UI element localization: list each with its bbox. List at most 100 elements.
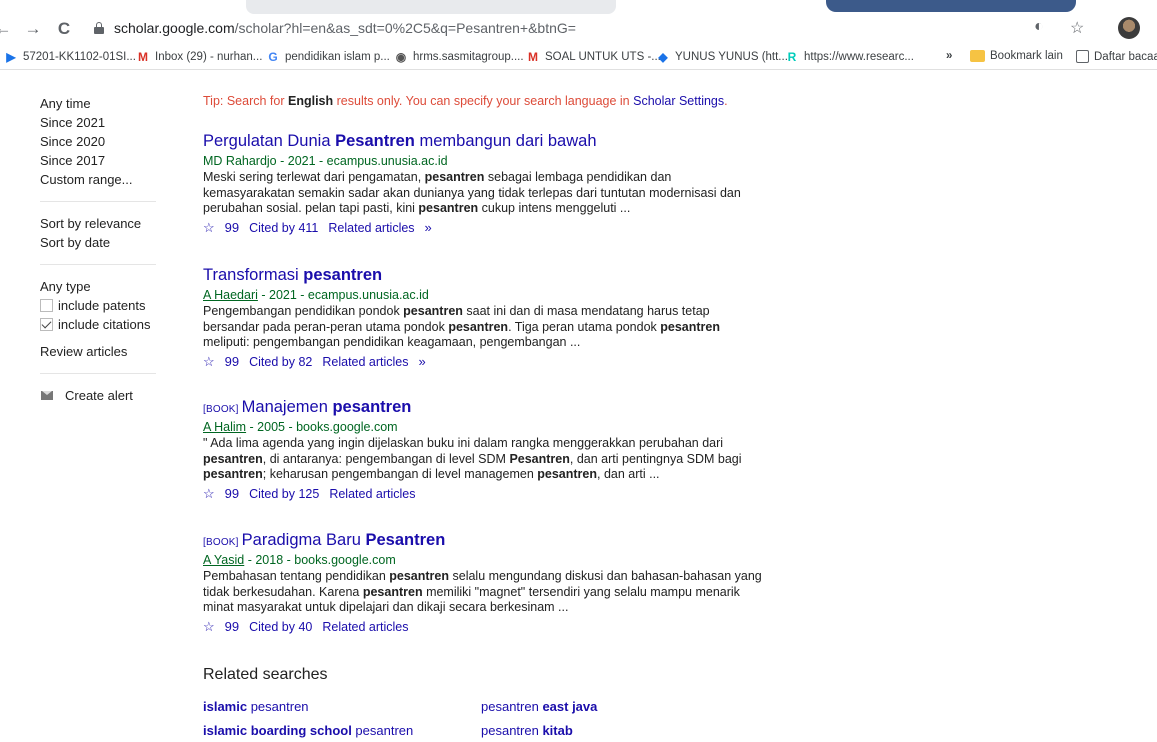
related-search-link[interactable]: islamic pesantren (203, 699, 309, 714)
reading-list-button[interactable]: Daftar bacaa (1076, 50, 1157, 63)
cited-by-link[interactable]: Cited by 40 (249, 620, 312, 634)
document-icon: ▶ (6, 50, 16, 64)
bookmark-item[interactable]: ▶ 57201-KK1102-01SI... (4, 50, 136, 64)
bookmark-item[interactable]: Gpendidikan islam p... (266, 50, 390, 64)
result-title-pre: Manajemen (241, 398, 333, 416)
result-title-post: membangun dari bawah (414, 132, 597, 150)
include-citations-checkbox[interactable]: include citations (40, 315, 160, 334)
related-articles-link[interactable]: Related articles (329, 487, 415, 501)
bookmark-label: Inbox (29) - nurhan... (155, 51, 263, 63)
checkbox-checked-icon[interactable] (40, 318, 53, 331)
result-actions: ☆ 99 Cited by 125 Related articles (203, 486, 763, 502)
cite-quote-icon[interactable]: 99 (225, 619, 239, 634)
include-patents-checkbox[interactable]: include patents (40, 296, 160, 315)
browser-toolbar: ← → C scholar.google.com/scholar?hl=en&a… (0, 14, 1157, 44)
cited-by-link[interactable]: Cited by 411 (249, 221, 318, 235)
author-link[interactable]: A Yasid (203, 553, 244, 567)
extension-icon[interactable]: ◐ (1034, 18, 1044, 36)
bookmark-label: hrms.sasmitagroup.... (413, 51, 524, 63)
filter-any-time[interactable]: Any time (40, 94, 160, 113)
bookmark-item[interactable]: ◆ YUNUS YUNUS (htt... (656, 50, 788, 64)
cite-quote-icon[interactable]: 99 (225, 354, 239, 369)
search-result: Transformasi pesantren A Haedari - 2021 -… (203, 266, 763, 370)
address-bar[interactable]: scholar.google.com/scholar?hl=en&as_sdt=… (86, 16, 1146, 42)
profile-avatar[interactable] (1118, 17, 1140, 39)
create-alert-button[interactable]: Create alert (41, 386, 160, 405)
bookmark-item[interactable]: ◉ hrms.sasmitagroup.... (394, 50, 524, 64)
filter-sidebar: Any time Since 2021 Since 2020 Since 201… (40, 94, 160, 405)
result-type-tag: [BOOK] (203, 404, 239, 415)
related-articles-link[interactable]: Related articles (328, 221, 414, 235)
result-title-link[interactable]: Pergulatan Dunia Pesantren membangun dar… (203, 132, 763, 151)
bookmark-label: pendidikan islam p... (285, 51, 390, 63)
related-search-link[interactable]: pesantren east java (481, 699, 597, 714)
filter-since-2020[interactable]: Since 2020 (40, 132, 160, 151)
include-patents-label: include patents (58, 298, 146, 313)
bookmark-folder[interactable]: Bookmark lain (970, 50, 1063, 62)
related-articles-link[interactable]: Related articles (322, 620, 408, 634)
reload-icon[interactable]: C (53, 18, 75, 40)
results-column: Tip: Search for English results only. Yo… (203, 94, 763, 738)
google-icon: G (268, 50, 278, 64)
forward-arrow-icon[interactable]: → (22, 18, 44, 40)
browser-tab-active[interactable] (826, 0, 1076, 12)
result-title-link[interactable]: [BOOK] Paradigma Baru Pesantren (203, 531, 763, 550)
author-link[interactable]: A Halim (203, 420, 246, 434)
related-search-bold: kitab (542, 723, 573, 738)
related-search-link[interactable]: islamic boarding school pesantren (203, 723, 413, 738)
related-search-link[interactable]: pesantren kitab (481, 723, 573, 738)
related-search-bold: islamic (203, 699, 248, 714)
scholar-settings-link[interactable]: Scholar Settings (633, 94, 724, 108)
result-authors: MD Rahardjo - 2021 - ecampus.unusia.ac.i… (203, 154, 763, 168)
result-source: - 2018 - books.google.com (244, 553, 396, 567)
result-title-link[interactable]: Transformasi pesantren (203, 266, 763, 285)
browser-tab[interactable] (246, 0, 616, 14)
bookmarks-bar: ▶ 57201-KK1102-01SI... M Inbox (29) - nurh… (0, 44, 1157, 70)
bookmarks-overflow-button[interactable]: » (946, 50, 952, 62)
bookmark-item[interactable]: Rhttps://www.researc... (785, 50, 914, 64)
sort-by-date[interactable]: Sort by date (40, 233, 160, 252)
cited-by-link[interactable]: Cited by 125 (249, 487, 319, 501)
url-text[interactable]: scholar.google.com/scholar?hl=en&as_sdt=… (114, 20, 576, 36)
tip-bold: English (288, 94, 334, 108)
bookmark-item[interactable]: M Inbox (29) - nurhan... (136, 50, 262, 64)
lock-icon[interactable] (94, 22, 104, 34)
author-link[interactable]: A Haedari (203, 288, 258, 302)
related-search-bold: east java (542, 699, 598, 714)
result-title-link[interactable]: [BOOK] Manajemen pesantren (203, 398, 763, 417)
folder-icon (970, 50, 985, 62)
result-type-tag: [BOOK] (203, 537, 239, 548)
filter-since-2017[interactable]: Since 2017 (40, 151, 160, 170)
related-searches-title: Related searches (203, 666, 328, 683)
filter-custom-range[interactable]: Custom range... (40, 170, 160, 189)
cited-by-link[interactable]: Cited by 82 (249, 355, 312, 369)
cite-quote-icon[interactable]: 99 (225, 486, 239, 501)
result-authors: A Halim - 2005 - books.google.com (203, 420, 763, 434)
filter-any-type[interactable]: Any type (40, 277, 160, 296)
bookmark-star-icon[interactable]: ☆ (1070, 18, 1084, 38)
result-actions: ☆ 99 Cited by 411 Related articles » (203, 220, 763, 236)
all-versions-icon[interactable]: » (419, 354, 426, 369)
all-versions-icon[interactable]: » (425, 220, 432, 235)
bookmark-item[interactable]: M SOAL UNTUK UTS -... (526, 50, 661, 64)
save-star-icon[interactable]: ☆ (203, 354, 215, 370)
result-title-pre: Transformasi (203, 266, 304, 284)
sort-by-relevance[interactable]: Sort by relevance (40, 214, 160, 233)
result-title-bold: pesantren (303, 266, 383, 284)
save-star-icon[interactable]: ☆ (203, 619, 215, 635)
researchgate-icon: R (787, 50, 797, 64)
review-articles-link[interactable]: Review articles (40, 342, 160, 361)
save-star-icon[interactable]: ☆ (203, 220, 215, 236)
back-arrow-icon[interactable]: ← (0, 18, 14, 40)
save-star-icon[interactable]: ☆ (203, 486, 215, 502)
divider (40, 201, 156, 202)
checkbox-icon[interactable] (40, 299, 53, 312)
result-title-bold: pesantren (332, 398, 412, 416)
reading-list-label: Daftar bacaa (1094, 50, 1157, 63)
tip-prefix: Tip: Search for (203, 94, 288, 108)
result-title-pre: Paradigma Baru (241, 531, 366, 549)
related-search-bold: islamic boarding school (203, 723, 352, 738)
related-articles-link[interactable]: Related articles (322, 355, 408, 369)
cite-quote-icon[interactable]: 99 (225, 220, 239, 235)
filter-since-2021[interactable]: Since 2021 (40, 113, 160, 132)
